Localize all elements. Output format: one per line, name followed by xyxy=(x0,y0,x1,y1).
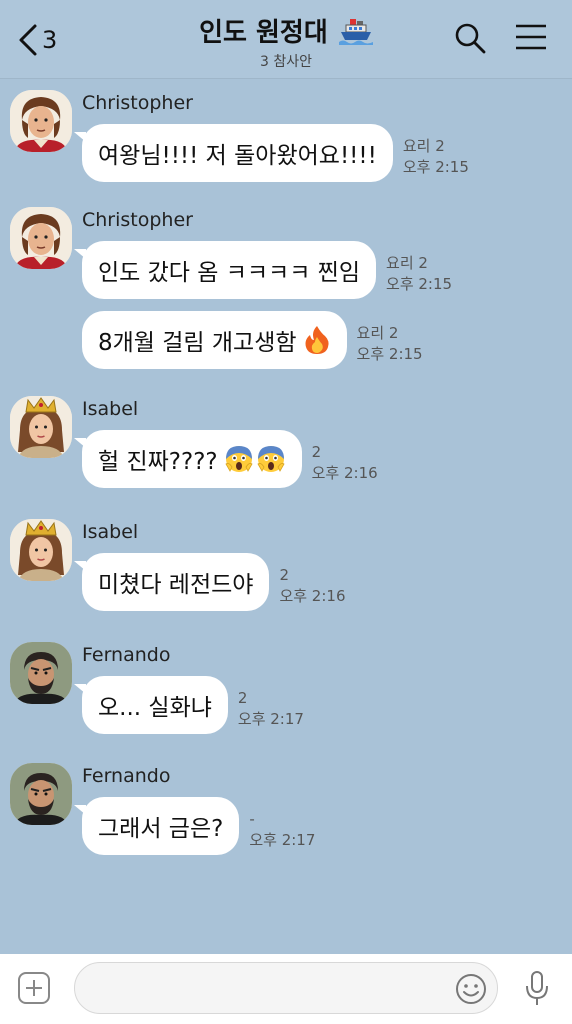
sender-name: Fernando xyxy=(82,644,171,666)
message-text: 8개월 걸림 개고생함 xyxy=(98,330,297,356)
unread-count: 요리 2 xyxy=(356,324,399,342)
timestamp: 오후 2:15 xyxy=(386,275,453,293)
sender-name: Christopher xyxy=(82,209,193,231)
screaming-face-emoji-icon xyxy=(225,446,253,472)
screaming-face-emoji-icon xyxy=(257,446,285,472)
fernando-avatar[interactable] xyxy=(10,763,72,825)
message-bubble[interactable]: 인도 갔다 옴 ㅋㅋㅋㅋ 찐임 xyxy=(73,241,377,299)
message-row: 헐 진짜???? 2 오후 2:16 xyxy=(74,430,378,488)
microphone-icon xyxy=(526,971,548,1005)
message-row: 그래서 금은? - 오후 2:17 xyxy=(73,797,315,855)
sender-name: Christopher xyxy=(82,92,193,114)
message-meta: 요리 2 오후 2:15 xyxy=(357,323,423,369)
isabel-avatar[interactable] xyxy=(10,396,72,458)
unread-count: 요리 2 xyxy=(386,254,428,272)
message-text: 그래서 금은? xyxy=(98,816,224,842)
unread-count: 2 xyxy=(279,566,289,584)
fire-emoji-icon xyxy=(305,326,329,354)
menu-button[interactable] xyxy=(514,22,548,56)
message-text: 헐 진짜???? xyxy=(98,449,218,475)
unread-count: 2 xyxy=(237,689,248,707)
timestamp: 오후 2:16 xyxy=(279,587,346,605)
chat-title: 인도 원정대 xyxy=(199,18,328,48)
christopher-avatar[interactable] xyxy=(10,207,72,269)
chat-title-area: 인도 원정대 3 참사안 xyxy=(0,12,572,71)
message-row: 인도 갔다 옴 ㅋㅋㅋㅋ 찐임 요리 2 오후 2:15 xyxy=(73,241,452,299)
search-icon xyxy=(455,23,486,54)
fernando-avatar[interactable] xyxy=(10,642,72,704)
search-button[interactable] xyxy=(454,22,486,58)
timestamp: 오후 2:17 xyxy=(249,831,316,849)
mic-button[interactable] xyxy=(522,970,552,1012)
sender-name: Fernando xyxy=(82,765,171,787)
sender-name: Isabel xyxy=(82,521,139,543)
message-bubble[interactable]: 헐 진짜???? xyxy=(74,430,302,488)
message-input[interactable] xyxy=(74,962,498,1014)
message-row: 여왕님!!!! 저 돌아왔어요!!!! 요리 2 오후 2:15 xyxy=(74,124,469,182)
message-bubble[interactable]: 그래서 금은? xyxy=(73,797,240,855)
plus-icon[interactable] xyxy=(18,972,50,1004)
message-bubble[interactable]: 미쳤다 레전드야 xyxy=(73,553,270,611)
participant-count: 3 참사안 xyxy=(260,54,312,70)
message-meta: 2 오후 2:17 xyxy=(238,688,304,734)
unread-count: 요리 2 xyxy=(402,137,445,155)
timestamp: 오후 2:15 xyxy=(402,158,469,176)
unread-count: - xyxy=(249,810,255,828)
timestamp: 오후 2:17 xyxy=(237,710,304,728)
message-meta: 2 오후 2:16 xyxy=(312,442,378,488)
smiley-icon xyxy=(456,974,486,1004)
timestamp: 오후 2:15 xyxy=(356,345,423,363)
timestamp: 오후 2:16 xyxy=(311,464,378,482)
message-text: 인도 갔다 옴 ㅋㅋㅋㅋ 찐임 xyxy=(98,260,361,286)
message-bubble[interactable]: 여왕님!!!! 저 돌아왔어요!!!! xyxy=(74,124,393,182)
chat-header: 3 인도 원정대 3 참사안 xyxy=(0,0,572,79)
message-meta: 2 오후 2:16 xyxy=(279,565,345,611)
sender-name: Isabel xyxy=(82,398,139,420)
ship-icon xyxy=(338,19,373,45)
message-row: 오... 실화냐 2 오후 2:17 xyxy=(74,676,304,734)
unread-count: 2 xyxy=(311,443,322,461)
message-meta: 요리 2 오후 2:15 xyxy=(403,136,469,182)
message-input-bar xyxy=(0,954,572,1024)
message-bubble[interactable]: 8개월 걸림 개고생함 xyxy=(82,311,347,369)
message-row: 8개월 걸림 개고생함 요리 2 오후 2:15 xyxy=(82,311,423,369)
message-meta: - 오후 2:17 xyxy=(249,809,315,855)
christopher-avatar[interactable] xyxy=(10,90,72,152)
message-text: 여왕님!!!! 저 돌아왔어요!!!! xyxy=(98,143,377,169)
isabel-avatar[interactable] xyxy=(10,519,72,581)
message-text: 미쳤다 레전드야 xyxy=(98,572,254,598)
message-row: 미쳤다 레전드야 2 오후 2:16 xyxy=(73,553,346,611)
emoji-button[interactable] xyxy=(454,972,488,1010)
message-meta: 요리 2 오후 2:15 xyxy=(386,253,452,299)
message-text: 오... 실화냐 xyxy=(98,695,212,721)
hamburger-menu-icon xyxy=(516,24,546,50)
message-bubble[interactable]: 오... 실화냐 xyxy=(74,676,228,734)
